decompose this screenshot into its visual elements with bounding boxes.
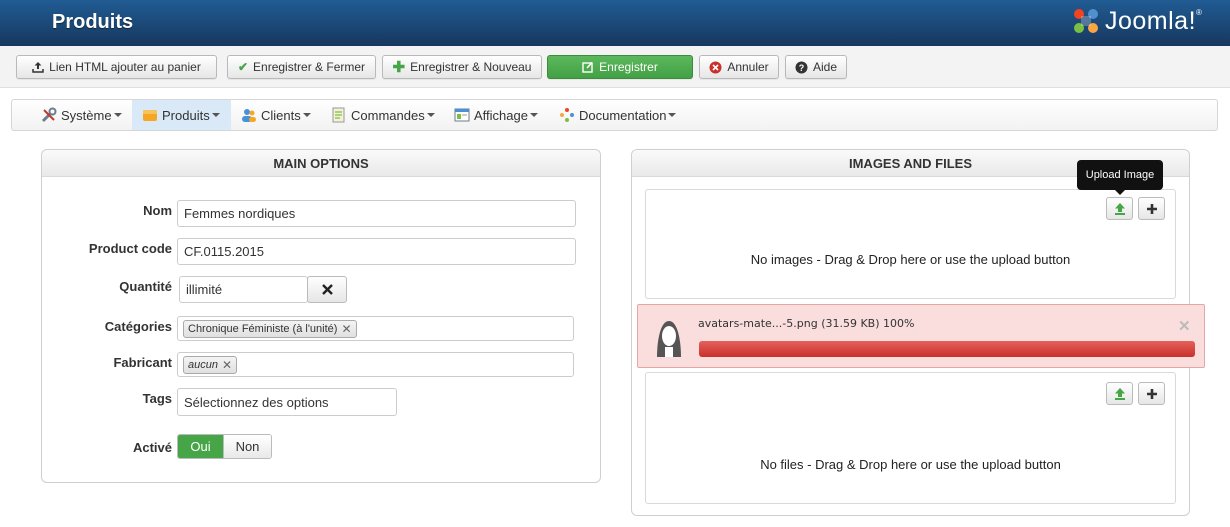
customers-icon xyxy=(242,109,256,122)
cancel-label: Annuler xyxy=(727,60,769,74)
cancel-button[interactable]: Annuler xyxy=(699,55,779,79)
remove-chip-icon[interactable]: ✕ xyxy=(341,322,351,336)
name-label: Nom xyxy=(143,203,172,218)
upload-tray-icon xyxy=(32,61,44,73)
html-link-label: Lien HTML ajouter au panier xyxy=(49,60,201,74)
active-toggle[interactable]: Oui Non xyxy=(177,434,272,459)
menu-item-produits[interactable]: Produits xyxy=(132,100,231,130)
save-new-label: Enregistrer & Nouveau xyxy=(410,60,532,74)
joomla-mark-icon xyxy=(1074,9,1098,33)
upload-progress-bar xyxy=(699,341,1195,357)
image-dropzone[interactable]: No images - Drag & Drop here or use the … xyxy=(645,189,1176,299)
upload-file-name: avatars-mate...-5.png (31.59 KB) 100% xyxy=(698,317,915,330)
upload-progress-item: avatars-mate...-5.png (31.59 KB) 100% ✕ xyxy=(637,304,1205,368)
plus-icon xyxy=(1146,203,1157,214)
help-label: Aide xyxy=(812,60,838,74)
save-button[interactable]: Enregistrer xyxy=(547,55,693,79)
logo-wordmark: Joomla! xyxy=(1105,6,1197,35)
plus-icon: ✚ xyxy=(392,59,406,76)
logo-registered: ® xyxy=(1196,8,1202,17)
tools-icon xyxy=(41,107,57,123)
display-icon xyxy=(454,108,470,122)
menu-item-documentation[interactable]: Documentation xyxy=(559,100,677,130)
question-circle-icon: ? xyxy=(795,61,808,74)
category-chip[interactable]: Chronique Féministe (à l'unité) ✕ xyxy=(183,319,357,338)
close-icon[interactable]: ✕ xyxy=(1178,317,1191,335)
html-link-button[interactable]: Lien HTML ajouter au panier xyxy=(16,55,217,79)
save-new-button[interactable]: ✚ Enregistrer & Nouveau xyxy=(382,55,542,79)
categories-label: Catégories xyxy=(104,319,172,334)
chevron-down-icon xyxy=(668,113,677,117)
clear-quantity-button[interactable] xyxy=(307,276,347,303)
chevron-down-icon xyxy=(302,113,311,117)
cancel-circle-icon xyxy=(709,61,722,74)
category-chip-label: Chronique Féministe (à l'unité) xyxy=(188,322,338,335)
menu-item-commandes[interactable]: Commandes xyxy=(331,100,435,130)
no-files-message: No files - Drag & Drop here or use the u… xyxy=(760,457,1061,472)
no-images-message: No images - Drag & Drop here or use the … xyxy=(750,252,1071,267)
checkmark-icon: ✔ xyxy=(237,60,249,74)
tags-field[interactable]: Sélectionnez des options xyxy=(177,388,397,416)
name-field[interactable]: Femmes nordiques xyxy=(177,200,576,227)
upload-image-button[interactable] xyxy=(1106,197,1133,220)
save-close-label: Enregistrer & Fermer xyxy=(253,60,366,74)
tags-label: Tags xyxy=(142,391,172,406)
quantity-field[interactable]: illimité xyxy=(179,276,308,303)
toolbar: Lien HTML ajouter au panier ✔ Enregistre… xyxy=(0,46,1230,88)
add-image-button[interactable] xyxy=(1138,197,1165,220)
documentation-icon xyxy=(560,108,574,122)
menu-label-documentation: Documentation xyxy=(579,107,667,123)
help-button[interactable]: ? Aide xyxy=(785,55,847,79)
chevron-down-icon xyxy=(529,113,538,117)
active-label: Activé xyxy=(132,440,172,455)
page-title: Produits xyxy=(52,11,134,33)
menu-label-clients: Clients xyxy=(261,107,301,123)
header-bar: Produits Joomla! ® xyxy=(0,0,1230,46)
product-code-label: Product code xyxy=(88,241,172,256)
svg-text:?: ? xyxy=(799,63,805,73)
manufacturer-chip[interactable]: aucun ✕ xyxy=(183,355,238,374)
joomla-logo[interactable]: Joomla! ® xyxy=(1071,4,1202,38)
remove-chip-icon[interactable]: ✕ xyxy=(222,358,232,372)
manufacturer-field[interactable]: aucun ✕ xyxy=(177,352,574,377)
upload-icon xyxy=(1114,202,1125,215)
upload-image-tooltip: Upload Image xyxy=(1077,160,1163,195)
edit-icon xyxy=(582,61,594,73)
chevron-down-icon xyxy=(113,113,122,117)
save-close-button[interactable]: ✔ Enregistrer & Fermer xyxy=(227,55,376,79)
chevron-down-icon xyxy=(426,113,435,117)
upload-icon xyxy=(1114,387,1125,400)
active-no-button[interactable]: Non xyxy=(223,435,271,458)
chevron-down-icon xyxy=(211,113,220,117)
categories-field[interactable]: Chronique Féministe (à l'unité) ✕ xyxy=(177,316,574,341)
save-label: Enregistrer xyxy=(599,60,658,74)
orders-icon xyxy=(332,107,345,123)
file-dropzone[interactable]: No files - Drag & Drop here or use the u… xyxy=(645,372,1176,504)
active-yes-button[interactable]: Oui xyxy=(178,435,223,458)
menu-label-systeme: Système xyxy=(61,107,112,123)
manufacturer-chip-label: aucun xyxy=(188,358,218,371)
menu-item-affichage[interactable]: Affichage xyxy=(454,100,538,130)
product-code-field[interactable]: CF.0115.2015 xyxy=(177,238,576,265)
quantity-label: Quantité xyxy=(119,279,172,294)
main-options-title: MAIN OPTIONS xyxy=(42,150,600,177)
manufacturer-label: Fabricant xyxy=(113,355,172,370)
products-icon xyxy=(143,110,157,121)
plus-icon xyxy=(1146,388,1157,399)
menu-label-produits: Produits xyxy=(162,107,210,123)
upload-file-button[interactable] xyxy=(1106,382,1133,405)
menu-item-systeme[interactable]: Système xyxy=(41,100,122,130)
close-icon xyxy=(321,284,333,295)
menu-item-clients[interactable]: Clients xyxy=(241,100,311,130)
main-menu: Système Produits Clients Commandes Affic… xyxy=(11,99,1218,131)
add-file-button[interactable] xyxy=(1138,382,1165,405)
menu-label-affichage: Affichage xyxy=(474,107,528,123)
menu-label-commandes: Commandes xyxy=(351,107,425,123)
avatar-thumbnail-icon xyxy=(652,317,686,357)
